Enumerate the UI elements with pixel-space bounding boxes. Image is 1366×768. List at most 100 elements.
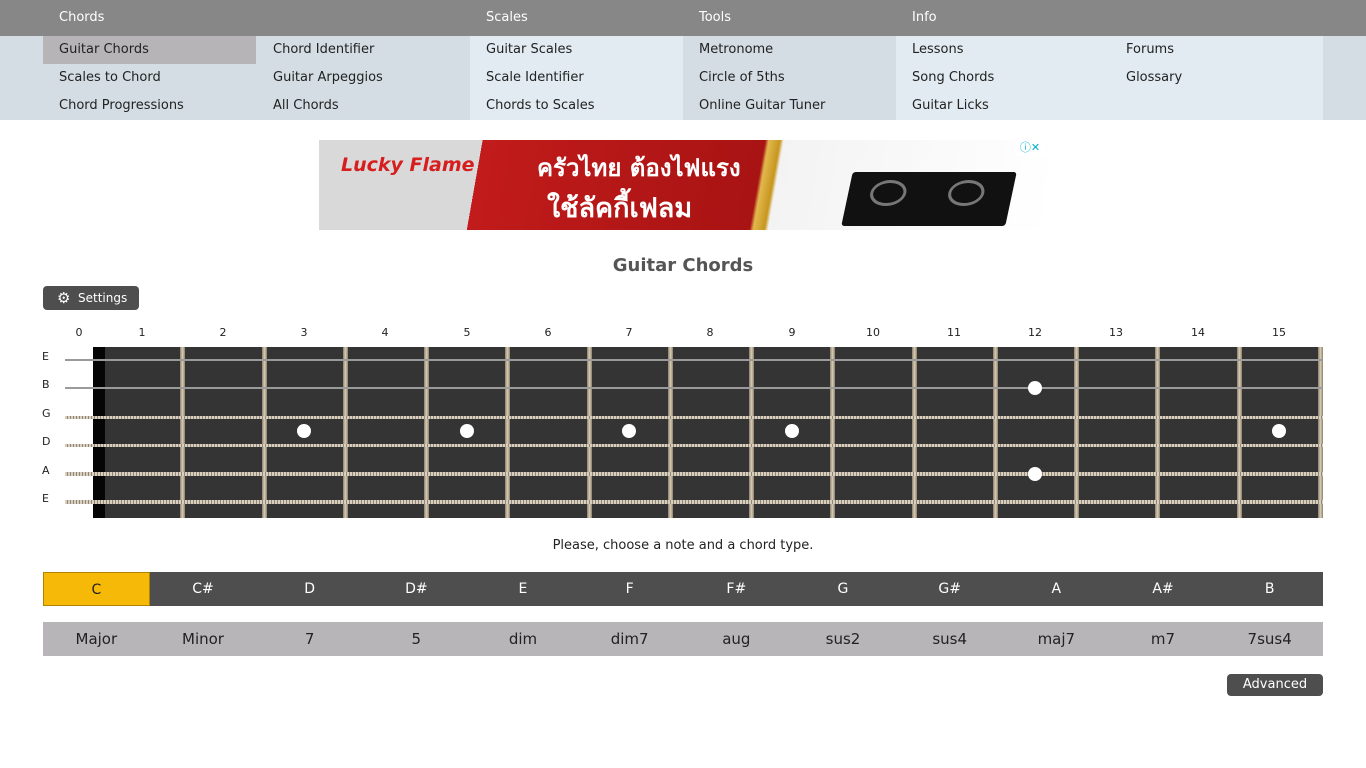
nav-item-metronome[interactable]: Metronome	[683, 36, 896, 64]
inlay-dot	[622, 424, 636, 438]
inlay-dot	[1028, 467, 1042, 481]
settings-button[interactable]: ⚙ Settings	[43, 286, 139, 310]
note-button[interactable]: D#	[363, 572, 470, 606]
nav-item-song-chords[interactable]: Song Chords	[896, 64, 1109, 92]
inlay-dot	[1028, 381, 1042, 395]
fret-number: 0	[75, 326, 83, 339]
nav-category-chords[interactable]: Chords	[59, 10, 104, 25]
string-label: D	[42, 435, 51, 448]
fretboard[interactable]	[93, 347, 1323, 518]
fret-number: 6	[544, 326, 552, 339]
guitar-string	[65, 444, 1323, 447]
fret-wire	[262, 347, 267, 518]
nav-item-chords-to-scales[interactable]: Chords to Scales	[470, 92, 683, 120]
inlay-dot	[785, 424, 799, 438]
ad-headline: ครัวไทย ต้องไฟแรง	[537, 154, 741, 182]
fret-number: 2	[219, 326, 227, 339]
guitar-string	[65, 387, 1323, 389]
nav-category-info[interactable]: Info	[912, 10, 937, 25]
chord-type-button[interactable]: Minor	[150, 622, 257, 656]
note-button[interactable]: A	[1003, 572, 1110, 606]
note-button[interactable]: F#	[683, 572, 790, 606]
chord-type-button[interactable]: 7sus4	[1216, 622, 1323, 656]
fret-wire	[505, 347, 510, 518]
settings-label: Settings	[78, 291, 128, 305]
nav-item-lessons[interactable]: Lessons	[896, 36, 1109, 64]
chord-type-button[interactable]: maj7	[1003, 622, 1110, 656]
chord-type-button[interactable]: sus2	[790, 622, 897, 656]
inlay-dot	[460, 424, 474, 438]
string-label: G	[42, 407, 51, 420]
note-button[interactable]: D	[256, 572, 363, 606]
fret-wire	[343, 347, 348, 518]
nav-item-online-guitar-tuner[interactable]: Online Guitar Tuner	[683, 92, 896, 120]
chord-type-button[interactable]: 5	[363, 622, 470, 656]
fret-number: 5	[463, 326, 471, 339]
nav-item-scales-to-chord[interactable]: Scales to Chord	[43, 64, 256, 92]
string-label: A	[42, 464, 50, 477]
chord-type-button[interactable]: sus4	[896, 622, 1003, 656]
chord-type-button[interactable]: aug	[683, 622, 790, 656]
note-button[interactable]: G#	[896, 572, 1003, 606]
fret-number: 1	[138, 326, 146, 339]
string-label: E	[42, 492, 49, 505]
fretboard-nut	[93, 347, 105, 518]
guitar-string	[65, 472, 1323, 476]
chord-type-button[interactable]: dim7	[576, 622, 683, 656]
nav-item-glossary[interactable]: Glossary	[1110, 64, 1323, 92]
fret-wire	[749, 347, 754, 518]
nav-category-scales[interactable]: Scales	[486, 10, 528, 25]
guitar-string	[65, 500, 1323, 504]
string-label: E	[42, 350, 49, 363]
advanced-button[interactable]: Advanced	[1227, 674, 1323, 696]
fret-number: 12	[1028, 326, 1042, 339]
nav-category-tools[interactable]: Tools	[699, 10, 731, 25]
fret-wire	[424, 347, 429, 518]
nav-col-chords-2: Chord Identifier Guitar Arpeggios All Ch…	[257, 36, 470, 120]
chord-type-button[interactable]: Major	[43, 622, 150, 656]
ad-close-icon[interactable]: ⓘ✕	[1015, 140, 1045, 156]
fret-number: 13	[1109, 326, 1123, 339]
ad-subheadline: ใช้ลัคกี้เฟลม	[547, 193, 693, 224]
chord-type-button[interactable]: m7	[1110, 622, 1217, 656]
fret-wire	[1237, 347, 1242, 518]
ad-product-image	[841, 172, 1017, 226]
chord-type-selector: Major Minor 7 5 dim dim7 aug sus2 sus4 maj7 m7 7sus…	[43, 622, 1323, 656]
gear-icon: ⚙	[57, 289, 71, 307]
fret-number: 14	[1191, 326, 1205, 339]
nav-item-guitar-licks[interactable]: Guitar Licks	[896, 92, 1109, 120]
inlay-dot	[297, 424, 311, 438]
fret-wire	[180, 347, 185, 518]
fret-wire	[830, 347, 835, 518]
chord-type-button[interactable]: 7	[256, 622, 363, 656]
nav-item-chord-progressions[interactable]: Chord Progressions	[43, 92, 256, 120]
note-button[interactable]: A#	[1110, 572, 1217, 606]
fret-wire	[1318, 347, 1323, 518]
nav-item-circle-of-fifths[interactable]: Circle of 5ths	[683, 64, 896, 92]
nav-item-guitar-arpeggios[interactable]: Guitar Arpeggios	[257, 64, 470, 92]
note-button[interactable]: B	[1216, 572, 1323, 606]
nav-item-scale-identifier[interactable]: Scale Identifier	[470, 64, 683, 92]
note-button[interactable]: C#	[150, 572, 257, 606]
note-button[interactable]: G	[790, 572, 897, 606]
fret-wire	[587, 347, 592, 518]
page-title: Guitar Chords	[612, 255, 754, 276]
nav-item-all-chords[interactable]: All Chords	[257, 92, 470, 120]
fret-wire	[1155, 347, 1160, 518]
ad-banner[interactable]: Lucky Flame ครัวไทย ต้องไฟแรง ใช้ลัคกี้เ…	[319, 140, 1047, 230]
fret-number: 3	[300, 326, 308, 339]
chord-type-button[interactable]: dim	[470, 622, 577, 656]
note-button[interactable]: C	[43, 572, 150, 606]
instruction-text: Please, choose a note and a chord type.	[552, 538, 814, 553]
note-button[interactable]: F	[576, 572, 683, 606]
nav-item-forums[interactable]: Forums	[1110, 36, 1323, 64]
fret-wire	[1074, 347, 1079, 518]
nav-item-chord-identifier[interactable]: Chord Identifier	[257, 36, 470, 64]
string-label: B	[42, 378, 50, 391]
note-button[interactable]: E	[470, 572, 577, 606]
fret-number: 10	[866, 326, 880, 339]
note-selector: C C# D D# E F F# G G# A A# B	[43, 572, 1323, 606]
fret-number: 4	[381, 326, 389, 339]
nav-item-guitar-chords[interactable]: Guitar Chords	[43, 36, 256, 64]
nav-item-guitar-scales[interactable]: Guitar Scales	[470, 36, 683, 64]
